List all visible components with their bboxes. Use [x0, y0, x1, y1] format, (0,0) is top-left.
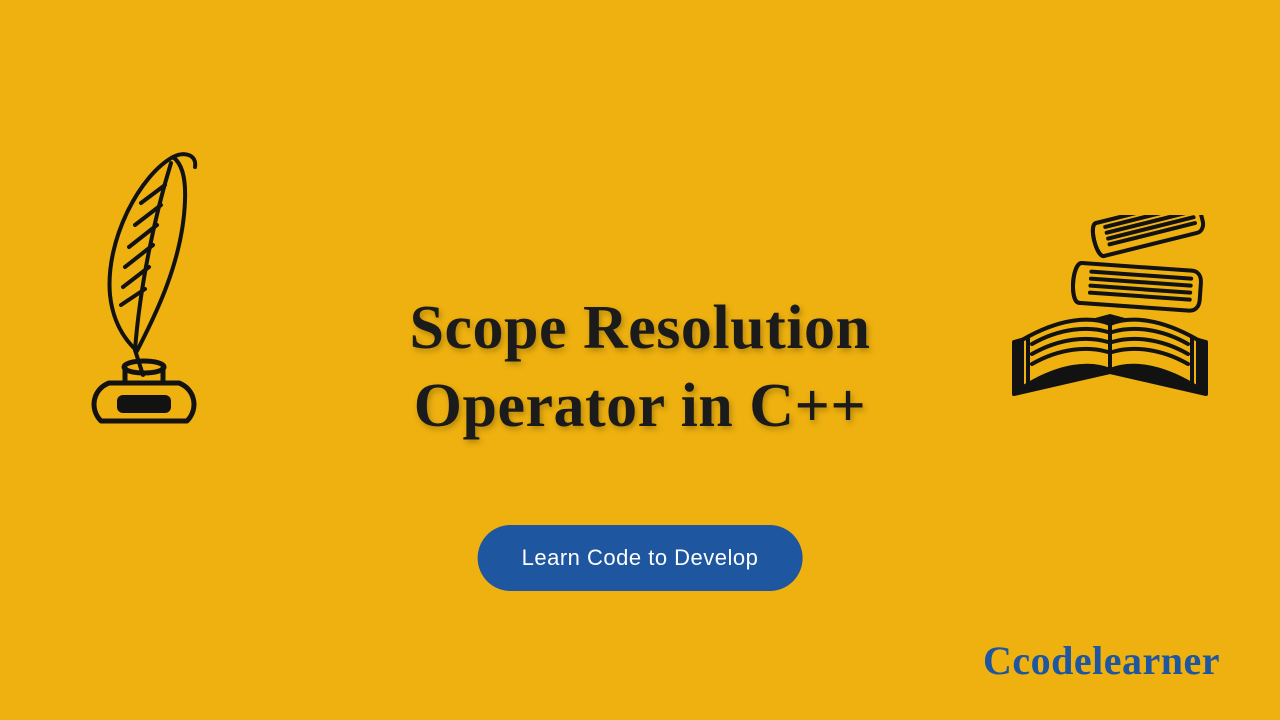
- cta-label: Learn Code to Develop: [522, 545, 759, 570]
- title-line-1: Scope Resolution: [410, 294, 871, 362]
- learn-code-button[interactable]: Learn Code to Develop: [478, 525, 803, 591]
- page-title: Scope Resolution Operator in C++: [190, 290, 1090, 445]
- title-line-2: Operator in C++: [414, 372, 866, 440]
- brand-logo-text: Ccodelearner: [983, 637, 1220, 684]
